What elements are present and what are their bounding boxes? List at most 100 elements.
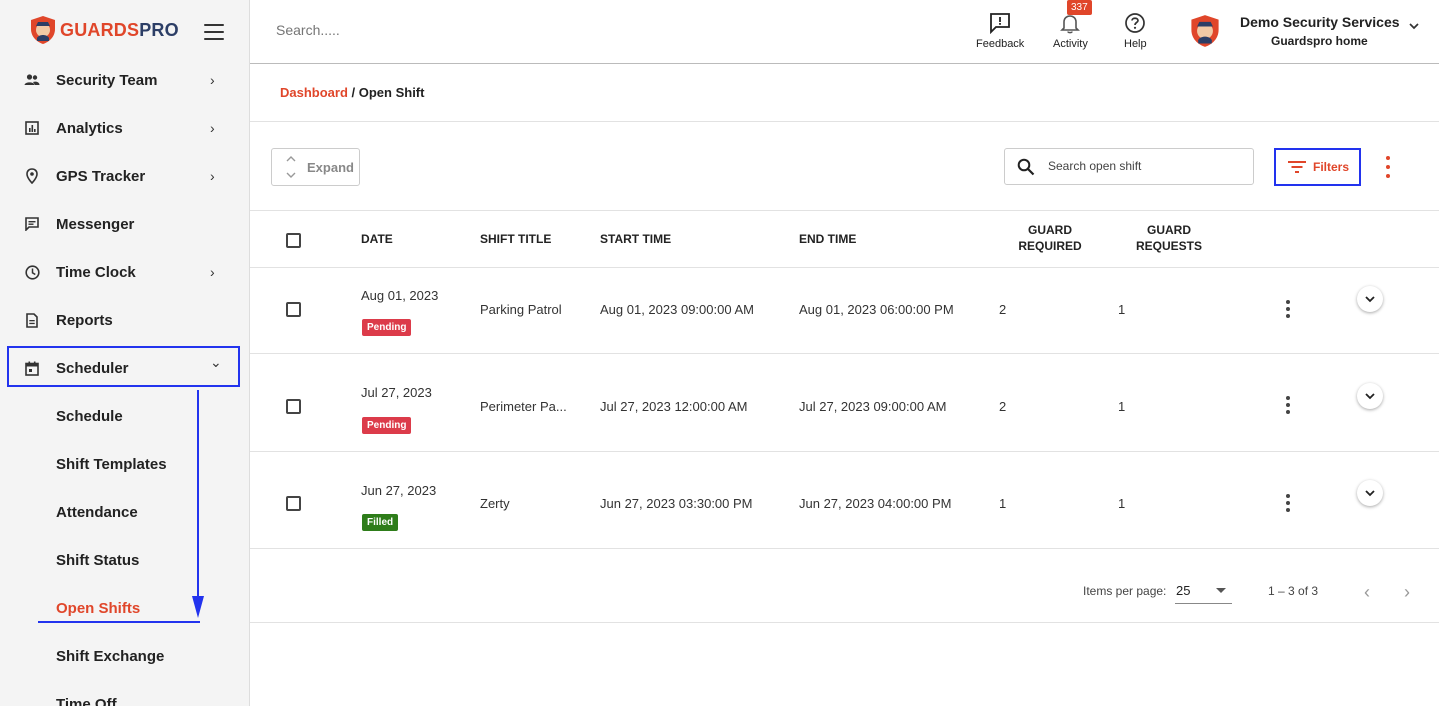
row-checkbox[interactable] — [286, 302, 301, 317]
status-badge: Filled — [362, 514, 399, 531]
chevron-right-icon: › — [210, 168, 215, 184]
sidebar-item-reports[interactable]: Reports — [0, 296, 249, 344]
row-more-options-icon[interactable] — [1283, 396, 1293, 414]
row-checkbox[interactable] — [286, 496, 301, 511]
sidebar-subitem-shift-status[interactable]: Shift Status — [0, 536, 249, 584]
breadcrumb-dashboard-link[interactable]: Dashboard — [280, 85, 348, 100]
breadcrumb: Dashboard / Open Shift — [280, 85, 424, 100]
column-header-line: REQUIRED — [1018, 239, 1082, 253]
sidebar-subitem-shift-exchange[interactable]: Shift Exchange — [0, 632, 249, 680]
row-date: Jul 27, 2023 — [361, 385, 432, 400]
sidebar-subitem-label: Shift Status — [56, 551, 140, 569]
row-more-options-icon[interactable] — [1283, 494, 1293, 512]
annotation-arrow-line — [197, 390, 199, 612]
top-bar: Feedback 337 Activity Help Demo Security… — [250, 0, 1439, 64]
more-options-icon[interactable] — [1383, 156, 1393, 182]
sidebar-item-security-team[interactable]: Security Team › — [0, 56, 249, 104]
column-header-guard-requests[interactable]: GUARD REQUESTS — [1129, 222, 1209, 254]
row-expand-button[interactable] — [1357, 286, 1383, 312]
row-expand-button[interactable] — [1357, 383, 1383, 409]
sidebar-subitem-shift-templates[interactable]: Shift Templates — [0, 440, 249, 488]
chevron-right-icon: › — [210, 72, 215, 88]
chevron-right-icon: › — [210, 120, 215, 136]
next-page-button[interactable]: › — [1404, 582, 1410, 603]
divider — [250, 451, 1439, 452]
row-date: Jun 27, 2023 — [361, 483, 437, 498]
select-all-checkbox[interactable] — [286, 233, 301, 248]
help-label: Help — [1124, 38, 1147, 50]
breadcrumb-separator: / — [347, 85, 359, 100]
sidebar-subitem-label: Open Shifts — [56, 599, 141, 617]
sidebar-item-label: Security Team — [56, 71, 158, 89]
feedback-label: Feedback — [976, 38, 1025, 50]
items-per-page-label: Items per page: — [1083, 584, 1167, 598]
sidebar-subitem-open-shifts[interactable]: Open Shifts — [0, 584, 249, 632]
search-open-shift-input[interactable] — [1048, 159, 1248, 173]
expand-button[interactable]: Expand — [271, 148, 360, 186]
user-name[interactable]: Demo Security Services — [1240, 14, 1400, 30]
column-header-shift-title[interactable]: SHIFT TITLE — [480, 231, 551, 247]
user-avatar[interactable] — [1190, 14, 1220, 48]
row-expand-button[interactable] — [1357, 480, 1383, 506]
row-guard-required: 1 — [999, 496, 1007, 511]
row-start-time: Jul 27, 2023 12:00:00 AM — [600, 399, 748, 414]
sidebar-subitem-time-off[interactable]: Time Off — [0, 680, 249, 706]
row-guard-requests: 1 — [1118, 399, 1126, 414]
row-guard-requests: 1 — [1118, 496, 1126, 511]
annotation-highlight-box — [7, 346, 240, 387]
filter-icon — [1288, 161, 1306, 173]
menu-toggle-icon[interactable] — [204, 24, 224, 40]
divider — [250, 622, 1439, 623]
column-header-end-time[interactable]: END TIME — [799, 231, 856, 247]
activity-count-badge: 337 — [1067, 0, 1092, 15]
brand-name-part2: PRO — [139, 20, 179, 40]
caret-down-icon — [1216, 588, 1226, 593]
sidebar-item-messenger[interactable]: Messenger — [0, 200, 249, 248]
help-button[interactable]: Help — [1124, 12, 1147, 50]
sidebar-subitem-attendance[interactable]: Attendance — [0, 488, 249, 536]
chevron-down-icon[interactable] — [1408, 22, 1420, 30]
row-checkbox[interactable] — [286, 399, 301, 414]
divider — [250, 267, 1439, 268]
clock-icon — [24, 264, 40, 280]
divider — [250, 548, 1439, 549]
sidebar-item-gps-tracker[interactable]: GPS Tracker › — [0, 152, 249, 200]
feedback-button[interactable]: Feedback — [976, 12, 1024, 50]
filters-button[interactable]: Filters — [1274, 148, 1361, 186]
column-header-line: GUARD — [1028, 223, 1072, 237]
page-range-label: 1 – 3 of 3 — [1268, 584, 1319, 598]
document-icon — [24, 312, 40, 328]
chevron-down-icon — [1365, 490, 1375, 497]
column-header-start-time[interactable]: START TIME — [600, 231, 671, 247]
column-header-line: GUARD — [1147, 223, 1191, 237]
column-header-line: REQUESTS — [1135, 239, 1202, 253]
sidebar-item-analytics[interactable]: Analytics › — [0, 104, 249, 152]
status-badge: Pending — [362, 319, 412, 336]
sidebar-subitem-label: Time Off — [56, 695, 117, 706]
column-header-guard-required[interactable]: GUARD REQUIRED — [1010, 222, 1090, 254]
previous-page-button[interactable]: ‹ — [1364, 582, 1370, 603]
row-start-time: Jun 27, 2023 03:30:00 PM — [600, 496, 753, 511]
sidebar-subitem-label: Shift Templates — [56, 455, 167, 473]
row-end-time: Jun 27, 2023 04:00:00 PM — [799, 496, 952, 511]
location-pin-icon — [24, 168, 40, 184]
chevron-down-icon — [1365, 296, 1375, 303]
sidebar-item-time-clock[interactable]: Time Clock › — [0, 248, 249, 296]
activity-button[interactable]: 337 Activity — [1053, 0, 1092, 50]
row-date: Aug 01, 2023 — [361, 288, 439, 303]
page-size-value: 25 — [1176, 583, 1191, 598]
row-more-options-icon[interactable] — [1283, 300, 1293, 318]
people-icon — [24, 72, 40, 88]
page-size-select[interactable]: 25 — [1175, 578, 1232, 604]
search-icon — [1017, 158, 1035, 176]
annotation-arrow-head-icon — [192, 596, 204, 618]
user-organization: Guardspro home — [1271, 34, 1368, 48]
open-shift-search[interactable] — [1004, 148, 1254, 185]
sidebar-subitem-schedule[interactable]: Schedule — [0, 392, 249, 440]
unfold-icon — [286, 156, 296, 178]
global-search-input[interactable] — [276, 22, 576, 38]
sidebar-subitem-label: Shift Exchange — [56, 647, 165, 665]
row-guard-required: 2 — [999, 399, 1007, 414]
row-shift-title: Zerty — [480, 496, 510, 511]
column-header-date[interactable]: DATE — [361, 231, 393, 247]
